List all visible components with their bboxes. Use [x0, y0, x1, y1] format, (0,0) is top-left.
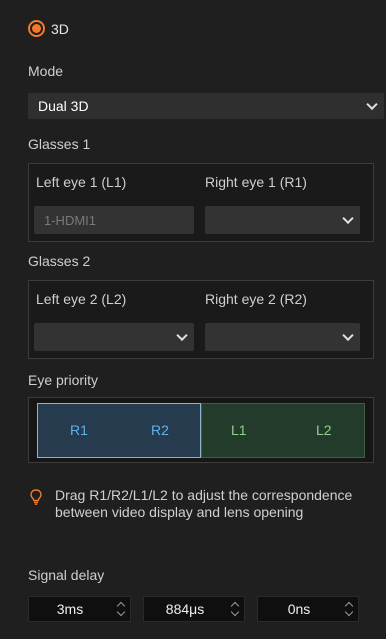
mode-value: Dual 3D — [38, 98, 89, 114]
right-eye-1-select[interactable] — [205, 206, 360, 234]
eye-priority-area: R1 R2 L1 L2 — [28, 397, 374, 463]
radio-selected-icon[interactable] — [28, 20, 45, 37]
stepper-arrows-icon[interactable] — [116, 600, 126, 620]
signal-delay-ns-spinbox[interactable]: 0ns — [257, 596, 359, 622]
chevron-down-icon — [176, 329, 188, 342]
right-eye-2-select[interactable] — [205, 323, 360, 351]
stepper-arrows-icon[interactable] — [230, 600, 240, 620]
right-eye-group: R1 R2 — [37, 403, 201, 458]
stepper-arrows-icon[interactable] — [344, 600, 354, 620]
left-eye-1-value: 1-HDMI1 — [44, 212, 97, 228]
3d-settings-panel: 3D Mode Dual 3D Glasses 1 Left eye 1 (L1… — [0, 0, 386, 639]
signal-delay-label: Signal delay — [28, 567, 105, 583]
priority-item-l2[interactable]: L2 — [316, 422, 332, 438]
left-eye-1-select: 1-HDMI1 — [34, 206, 194, 234]
hint-text: Drag R1/R2/L1/L2 to adjust the correspon… — [55, 487, 353, 520]
chevron-down-icon — [342, 212, 354, 225]
mode-label: Mode — [28, 63, 64, 79]
lightbulb-icon — [30, 489, 42, 505]
signal-delay-us-value[interactable]: 884μs — [144, 601, 226, 617]
chevron-down-icon — [366, 98, 378, 111]
signal-delay-ms-value[interactable]: 3ms — [29, 601, 111, 617]
glasses-1-group: Left eye 1 (L1) Right eye 1 (R1) 1-HDMI1 — [28, 163, 374, 242]
right-eye-1-label: Right eye 1 (R1) — [205, 174, 307, 190]
glasses-1-label: Glasses 1 — [28, 136, 91, 152]
3d-label: 3D — [51, 20, 69, 37]
priority-item-l1[interactable]: L1 — [231, 422, 247, 438]
left-eye-group: L1 L2 — [201, 403, 365, 458]
chevron-down-icon — [342, 329, 354, 342]
signal-delay-us-spinbox[interactable]: 884μs — [143, 596, 245, 622]
left-eye-1-label: Left eye 1 (L1) — [36, 174, 127, 190]
left-eye-2-label: Left eye 2 (L2) — [36, 291, 127, 307]
priority-item-r1[interactable]: R1 — [70, 422, 88, 438]
priority-item-r2[interactable]: R2 — [151, 422, 169, 438]
glasses-2-label: Glasses 2 — [28, 253, 91, 269]
signal-delay-ns-value[interactable]: 0ns — [258, 601, 340, 617]
3d-radio[interactable]: 3D — [28, 20, 69, 37]
mode-select[interactable]: Dual 3D — [28, 93, 384, 119]
signal-delay-ms-spinbox[interactable]: 3ms — [28, 596, 131, 622]
left-eye-2-select[interactable] — [34, 323, 194, 351]
glasses-2-group: Left eye 2 (L2) Right eye 2 (R2) — [28, 280, 374, 359]
eye-priority-label: Eye priority — [28, 372, 99, 388]
right-eye-2-label: Right eye 2 (R2) — [205, 291, 307, 307]
